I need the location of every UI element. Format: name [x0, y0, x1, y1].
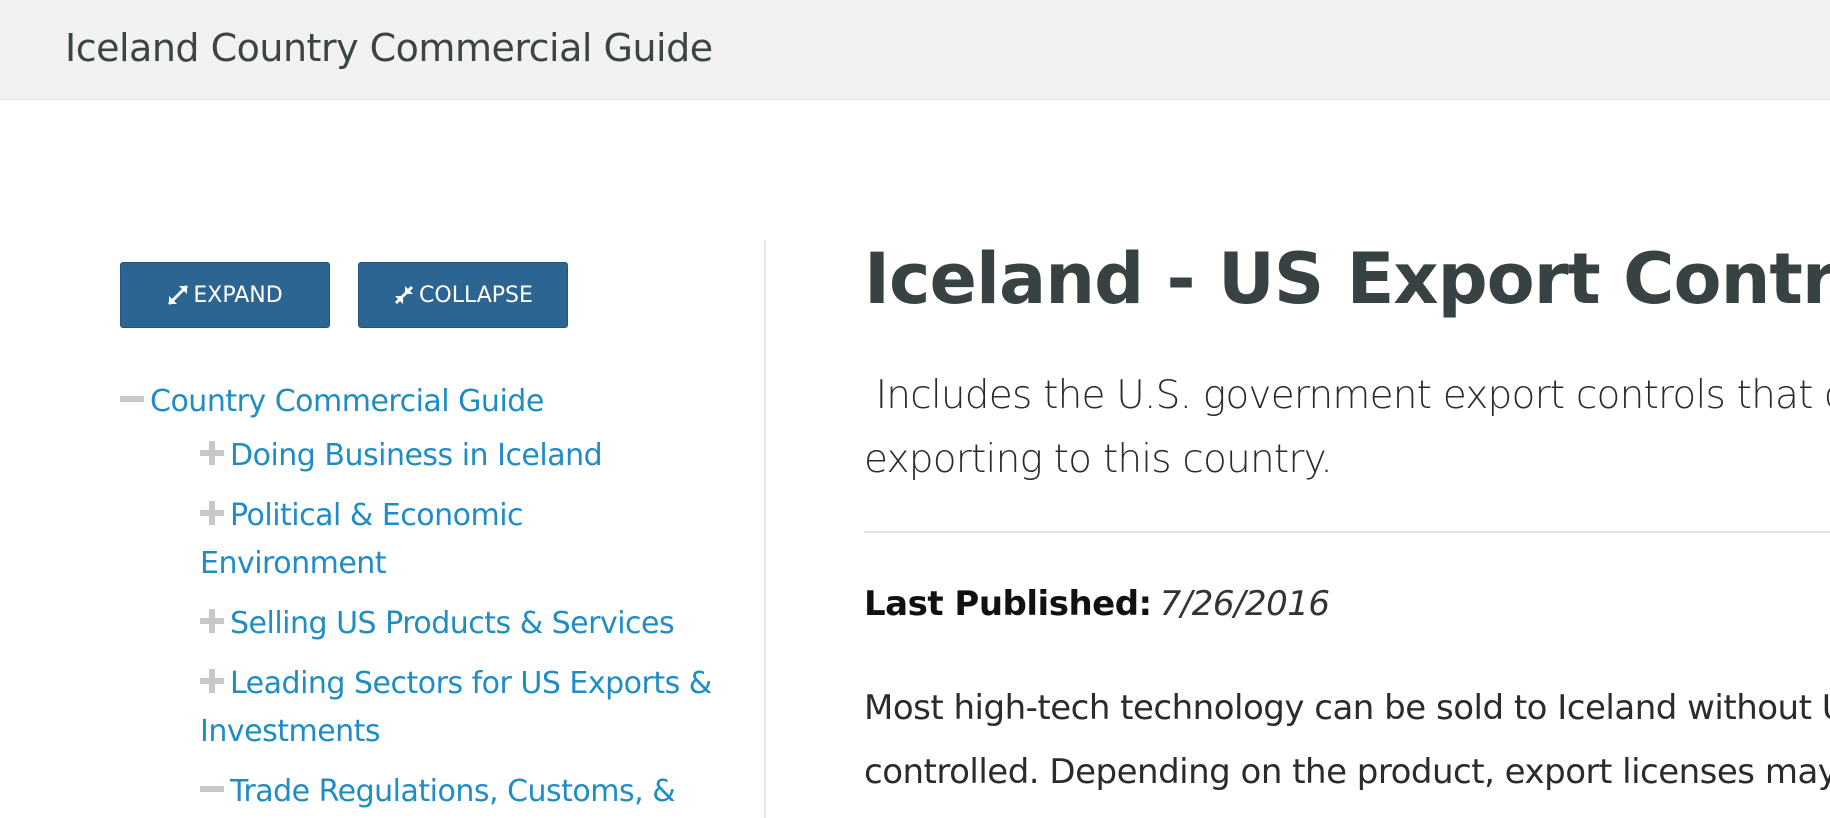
sidebar-item-political-economic[interactable]: Political & Economic Environment: [200, 492, 524, 588]
sidebar-item-label: Doing Business in Iceland: [230, 438, 603, 473]
top-header-bar: Iceland Country Commercial Guide: [0, 0, 1830, 100]
plus-icon[interactable]: [200, 608, 224, 633]
horizontal-divider: [864, 531, 1830, 533]
expand-button-label: EXPAND: [193, 282, 283, 308]
site-title[interactable]: Iceland Country Commercial Guide: [65, 26, 713, 70]
sidebar-item-label-line1: Leading Sectors for US Exports &: [230, 666, 712, 701]
sidebar-item-label: Trade Regulations, Customs, &: [230, 774, 676, 809]
collapse-arrows-icon: [393, 284, 415, 306]
sidebar-item-label-line1: Political & Economic: [230, 498, 524, 533]
collapse-button[interactable]: COLLAPSE: [358, 262, 568, 328]
plus-icon[interactable]: [200, 440, 224, 465]
minus-icon[interactable]: [200, 777, 224, 801]
plus-icon[interactable]: [200, 668, 224, 693]
sidebar-item-label-line2: Investments: [200, 714, 381, 749]
intro-line-1: Includes the U.S. government export cont…: [864, 373, 1830, 418]
page-title: Iceland - US Export Controls: [864, 238, 1830, 320]
intro-line-2: exporting to this country.: [864, 437, 1333, 482]
expand-arrows-icon: [167, 284, 189, 306]
sidebar-item-selling-us-products[interactable]: Selling US Products & Services: [200, 600, 675, 648]
vertical-divider: [764, 240, 766, 818]
body-line-1: Most high-tech technology can be sold to…: [864, 688, 1830, 728]
sidebar-item-doing-business[interactable]: Doing Business in Iceland: [200, 432, 603, 480]
collapse-button-label: COLLAPSE: [419, 282, 533, 308]
body-line-2: controlled. Depending on the product, ex…: [864, 752, 1830, 792]
sidebar-item-trade-regulations[interactable]: Trade Regulations, Customs, &: [200, 768, 676, 816]
sidebar-item-label: Selling US Products & Services: [230, 606, 675, 641]
sidebar-item-leading-sectors[interactable]: Leading Sectors for US Exports & Investm…: [200, 660, 712, 756]
sidebar-item-label-line2: Environment: [200, 546, 387, 581]
published-date: 7/26/2016: [1159, 584, 1330, 624]
intro-text: Includes the U.S. government export cont…: [864, 364, 1830, 492]
plus-icon[interactable]: [200, 500, 224, 525]
sidebar-item-country-commercial-guide[interactable]: Country Commercial Guide: [120, 378, 544, 426]
minus-icon[interactable]: [120, 387, 144, 411]
sidebar-item-label: Country Commercial Guide: [150, 384, 544, 419]
last-published: Last Published: 7/26/2016: [864, 584, 1330, 624]
published-label: Last Published:: [864, 584, 1152, 624]
body-paragraph: Most high-tech technology can be sold to…: [864, 676, 1830, 804]
expand-button[interactable]: EXPAND: [120, 262, 330, 328]
